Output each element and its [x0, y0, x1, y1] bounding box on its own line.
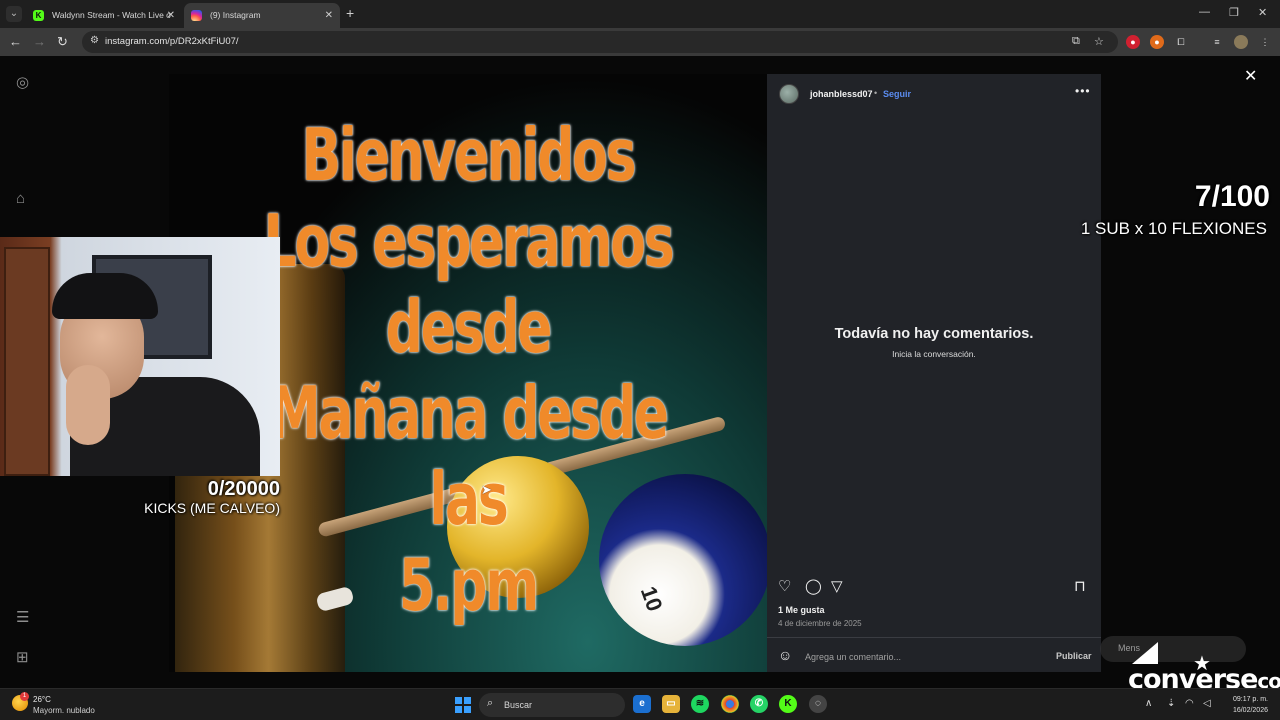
no-comments-title: Todavía no hay comentarios.	[834, 326, 1034, 342]
restore-icon[interactable]: ❐	[1229, 6, 1239, 19]
follow-button[interactable]: Seguir	[883, 89, 911, 99]
search-icon: ⌕	[487, 697, 494, 709]
headline-line: 5.pm	[398, 543, 539, 627]
separator-dot: •	[874, 88, 878, 98]
likes-count[interactable]: 1 Me gusta	[778, 605, 825, 615]
profile-avatar[interactable]	[1234, 35, 1248, 49]
webcam-person-cap	[52, 273, 158, 319]
tab-strip: ⌄ K Waldynn Stream - Watch Live o ✕ (9) …	[0, 0, 1280, 28]
tab-title: (9) Instagram	[210, 10, 261, 20]
clock-time: 09:17 p. m.	[1232, 696, 1268, 703]
post-side-panel: johanblessd07 • Seguir ••• Todavía no ha…	[767, 74, 1101, 672]
kick-app-icon[interactable]: K	[779, 695, 797, 713]
comment-icon[interactable]: ◯	[805, 577, 822, 595]
more-options-icon[interactable]: •••	[1075, 84, 1091, 98]
install-app-icon[interactable]: ⧉	[1072, 35, 1080, 48]
extensions-puzzle-icon[interactable]: ⧠	[1174, 35, 1188, 49]
emoji-icon[interactable]: ☺	[778, 647, 792, 663]
spotify-icon[interactable]: ≋	[691, 695, 709, 713]
tab-title: Waldynn Stream - Watch Live o	[52, 10, 171, 20]
headline-line: Mañana desde las	[269, 371, 669, 541]
forward-icon[interactable]: →	[33, 34, 46, 49]
subs-goal-label: 1 SUB x 10 FLEXIONES	[1080, 219, 1267, 238]
webcam-overlay	[0, 237, 280, 476]
post-headline: Bienvenidos Los esperamos desde Mañana d…	[253, 112, 684, 628]
comment-input[interactable]	[805, 650, 1045, 664]
close-tab-icon[interactable]: ✕	[167, 3, 175, 28]
bookmark-star-icon[interactable]: ☆	[1094, 35, 1104, 48]
more-menu-icon[interactable]: ☰	[16, 608, 29, 626]
webcam-person-hand	[66, 365, 110, 445]
post-date: 4 de diciembre de 2025	[778, 619, 862, 628]
browser-toolbar: ← → ↻ ⚙ instagram.com/p/DR2xKtFiU07/ ⧉ ☆…	[0, 28, 1280, 56]
tray-overflow-icon[interactable]: ∧	[1145, 698, 1152, 709]
reading-list-icon[interactable]: ≡	[1210, 35, 1224, 49]
address-bar[interactable]: ⚙ instagram.com/p/DR2xKtFiU07/ ⧉ ☆	[82, 31, 1118, 53]
tab-instagram[interactable]: (9) Instagram ✕	[184, 3, 340, 28]
save-bookmark-icon[interactable]: ⊓	[1074, 577, 1086, 595]
converse-flag-logo	[1132, 642, 1158, 664]
weather-description[interactable]: Mayorm. nublado	[33, 706, 95, 715]
weather-badge: 1	[20, 692, 29, 701]
author-username[interactable]: johanblessd07	[810, 89, 873, 99]
clock-date: 16/02/2026	[1232, 707, 1268, 714]
home-icon[interactable]: ⌂	[16, 190, 25, 207]
extension-red-icon[interactable]: ●	[1126, 35, 1140, 49]
whatsapp-icon[interactable]: ✆	[750, 695, 768, 713]
site-info-icon[interactable]: ⚙	[90, 35, 99, 46]
share-icon[interactable]: ▽	[831, 577, 843, 595]
extension-orange-icon[interactable]: ●	[1150, 35, 1164, 49]
taskbar: 1 26°C Mayorm. nublado ⌕ Buscar e ▭ ≋ ✆ …	[0, 688, 1280, 720]
tab-search-icon[interactable]: ⌄	[6, 6, 22, 22]
webcam-door	[4, 247, 50, 476]
start-windows-icon[interactable]	[455, 697, 471, 713]
also-from-meta-icon[interactable]: ⊞	[16, 648, 29, 666]
tray-network-icon[interactable]: ⇣	[1167, 698, 1175, 709]
publish-button[interactable]: Publicar	[1056, 651, 1092, 661]
minimize-icon[interactable]: —	[1199, 6, 1210, 18]
instagram-favicon-icon	[191, 10, 202, 21]
headline-line: Los esperamos	[263, 199, 675, 283]
tray-volume-icon[interactable]: ◁	[1203, 698, 1211, 709]
tray-wifi-icon[interactable]: ◠	[1185, 698, 1194, 709]
kicks-goal-label: KICKS (ME CALVEO)	[144, 500, 280, 516]
no-comments-subtitle: Inicia la conversación.	[892, 349, 976, 359]
instagram-logo-icon[interactable]: ◎	[16, 73, 29, 91]
divider	[767, 637, 1101, 638]
close-tab-icon[interactable]: ✕	[325, 3, 333, 28]
tab-waldynn-stream[interactable]: K Waldynn Stream - Watch Live o ✕	[26, 3, 182, 28]
headline-line: desde	[385, 285, 553, 369]
author-avatar[interactable]	[779, 84, 799, 104]
kick-favicon-icon: K	[33, 10, 44, 21]
new-tab-icon[interactable]: +	[346, 5, 354, 21]
edge-icon[interactable]: e	[633, 695, 651, 713]
back-icon[interactable]: ←	[9, 34, 22, 49]
chrome-icon[interactable]	[721, 695, 739, 713]
messages-ghost-pill[interactable]: Mens	[1100, 636, 1246, 662]
close-modal-icon[interactable]: ✕	[1244, 66, 1257, 86]
file-explorer-icon[interactable]: ▭	[662, 695, 680, 713]
taskbar-search[interactable]: ⌕ Buscar	[479, 693, 625, 717]
mouse-cursor-icon: ➤	[481, 482, 492, 497]
app-icon[interactable]: ◌	[809, 695, 827, 713]
reload-icon[interactable]: ↻	[57, 34, 68, 50]
kicks-goal-count: 0/20000	[207, 478, 280, 500]
like-heart-icon[interactable]: ♡	[778, 577, 791, 595]
headline-line: Bienvenidos	[301, 113, 637, 197]
close-window-icon[interactable]: ✕	[1258, 6, 1267, 19]
subs-goal-count: 7/100	[1194, 180, 1270, 213]
search-label: Buscar	[504, 700, 533, 710]
weather-temperature[interactable]: 26°C	[33, 695, 51, 704]
url-text[interactable]: instagram.com/p/DR2xKtFiU07/	[105, 36, 239, 47]
menu-kebab-icon[interactable]: ⋮	[1258, 35, 1272, 49]
taskbar-clock[interactable]: 09:17 p. m. 16/02/2026	[1226, 694, 1268, 716]
